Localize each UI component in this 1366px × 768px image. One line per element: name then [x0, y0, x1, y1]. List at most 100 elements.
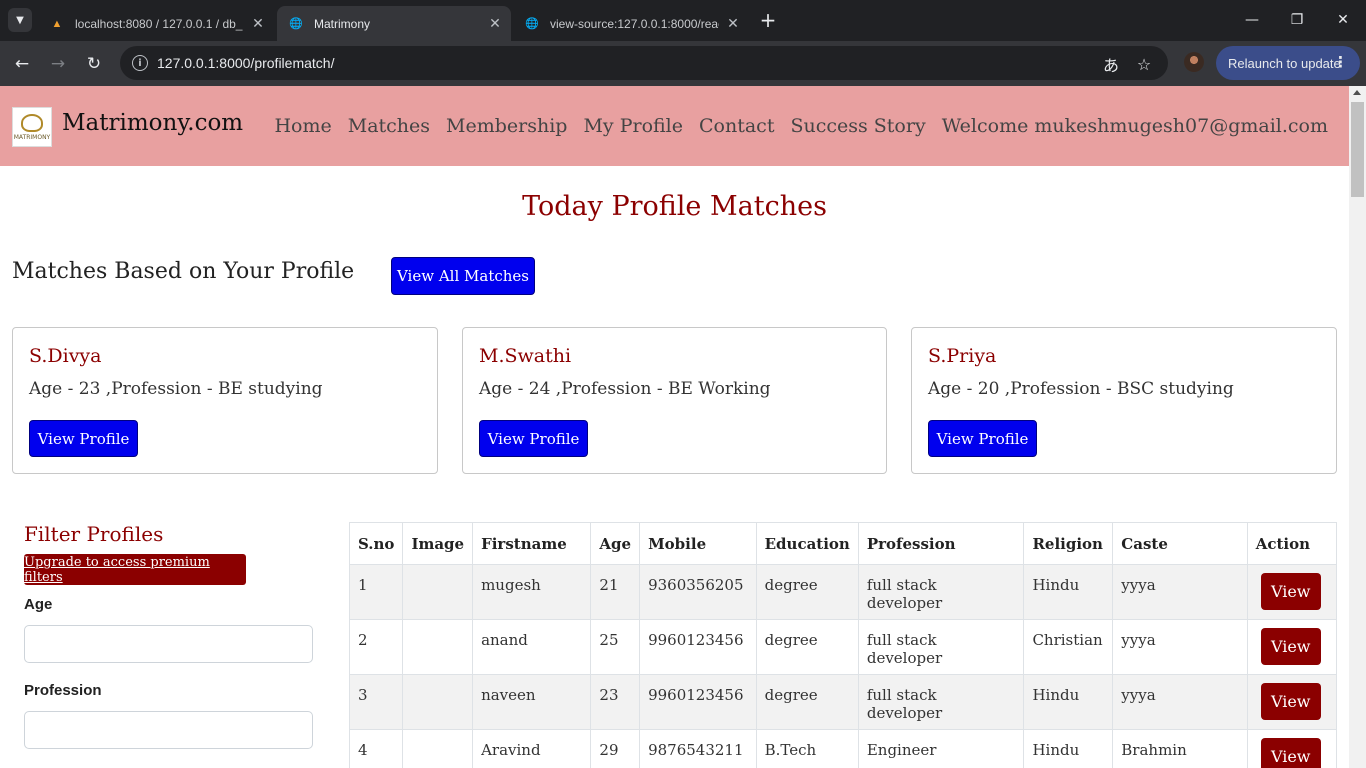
- cell-caste: yyya: [1112, 674, 1248, 730]
- cell-image: [402, 564, 474, 620]
- matches-table: S.no Image Firstname Age Mobile Educatio…: [348, 522, 1338, 768]
- more-menu-icon[interactable]: ⋮: [1333, 53, 1348, 71]
- cell-age: 21: [590, 564, 641, 620]
- tab-title: view-source:127.0.0.1:8000/reac: [550, 16, 719, 31]
- table-header-row: S.no Image Firstname Age Mobile Educatio…: [348, 522, 1338, 565]
- rings-icon: [20, 113, 43, 132]
- site-info-icon[interactable]: i: [132, 55, 148, 71]
- browser-toolbar: ← → ↻ i 127.0.0.1:8000/profilematch/ あ ☆…: [0, 41, 1366, 86]
- cell-caste: yyya: [1112, 619, 1248, 675]
- table-row: 4 Aravind 29 9876543211 B.Tech Engineer …: [348, 729, 1338, 768]
- tab-matrimony[interactable]: 🌐 Matrimony ✕: [277, 6, 511, 41]
- bookmark-star-icon[interactable]: ☆: [1134, 54, 1154, 74]
- match-card: S.Divya Age - 23 ,Profession - BE studyi…: [12, 327, 438, 474]
- table-row: 2 anand 25 9960123456 degree full stack …: [348, 619, 1338, 675]
- match-name: M.Swathi: [479, 345, 572, 367]
- new-tab-button[interactable]: +: [757, 8, 779, 32]
- nav-home[interactable]: Home: [274, 115, 331, 137]
- nav-contact[interactable]: Contact: [699, 115, 774, 137]
- col-mobile: Mobile: [639, 522, 757, 565]
- cell-age: 25: [590, 619, 641, 675]
- col-education: Education: [755, 522, 859, 565]
- match-card: M.Swathi Age - 24 ,Profession - BE Worki…: [462, 327, 887, 474]
- url-host: 127.0.0.1: [157, 55, 216, 71]
- minimize-icon[interactable]: —: [1240, 8, 1264, 32]
- filter-title: Filter Profiles: [24, 522, 164, 546]
- view-profile-button[interactable]: View Profile: [928, 420, 1037, 457]
- cell-profession: full stack developer: [857, 564, 1025, 620]
- nav-matches[interactable]: Matches: [348, 115, 430, 137]
- relaunch-label: Relaunch to update: [1228, 55, 1341, 71]
- main-nav: Home Matches Membership My Profile Conta…: [274, 115, 1328, 137]
- tab-title: Matrimony: [314, 16, 371, 31]
- col-profession: Profession: [857, 522, 1025, 565]
- match-name: S.Priya: [928, 345, 997, 367]
- cell-profession: full stack developer: [857, 674, 1025, 730]
- view-button[interactable]: View: [1260, 683, 1321, 720]
- nav-my-profile[interactable]: My Profile: [583, 115, 683, 137]
- relaunch-button[interactable]: Relaunch to update ⋮: [1216, 46, 1360, 80]
- back-arrow-icon[interactable]: ←: [9, 51, 35, 77]
- cell-image: [402, 729, 474, 768]
- tab-phpmyadmin[interactable]: ▲ localhost:8080 / 127.0.0.1 / db_ ✕: [38, 6, 274, 41]
- view-profile-button[interactable]: View Profile: [29, 420, 138, 457]
- view-all-matches-button[interactable]: View All Matches: [391, 257, 535, 295]
- tab-search-button[interactable]: ▼: [8, 8, 32, 32]
- brand-name[interactable]: Matrimony.com: [62, 110, 243, 136]
- view-button[interactable]: View: [1260, 628, 1321, 665]
- cell-image: [402, 619, 474, 675]
- cell-sno: 1: [348, 564, 404, 620]
- cell-religion: Christian: [1023, 619, 1114, 675]
- translate-icon[interactable]: あ: [1101, 54, 1121, 75]
- page-scrollbar[interactable]: [1349, 86, 1366, 768]
- cell-age: 23: [590, 674, 641, 730]
- cell-profession: full stack developer: [857, 619, 1025, 675]
- tab-title: localhost:8080 / 127.0.0.1 / db_: [75, 16, 243, 31]
- col-action: Action: [1246, 522, 1338, 565]
- window-close-icon[interactable]: ✕: [1331, 8, 1355, 32]
- cell-sno: 4: [348, 729, 404, 768]
- tab-view-source[interactable]: 🌐 view-source:127.0.0.1:8000/reac ✕: [513, 6, 749, 41]
- cell-profession: Engineer: [857, 729, 1025, 768]
- page-title: Today Profile Matches: [522, 191, 827, 222]
- close-icon[interactable]: ✕: [250, 16, 266, 32]
- cell-mobile: 9360356205: [639, 564, 757, 620]
- close-icon[interactable]: ✕: [725, 16, 741, 32]
- view-button[interactable]: View: [1260, 738, 1321, 768]
- nav-welcome-user[interactable]: Welcome mukeshmugesh07@gmail.com: [942, 115, 1328, 137]
- url-text[interactable]: 127.0.0.1:8000/profilematch/: [157, 55, 334, 71]
- col-firstname: Firstname: [472, 522, 592, 565]
- cell-religion: Hindu: [1023, 729, 1114, 768]
- nav-success-story[interactable]: Success Story: [790, 115, 925, 137]
- cell-sno: 3: [348, 674, 404, 730]
- match-info: Age - 20 ,Profession - BSC studying: [928, 379, 1234, 399]
- address-bar[interactable]: i 127.0.0.1:8000/profilematch/ あ ☆: [120, 46, 1168, 80]
- forward-arrow-icon[interactable]: →: [45, 51, 71, 77]
- reload-icon[interactable]: ↻: [81, 51, 107, 77]
- view-button[interactable]: View: [1260, 573, 1321, 610]
- cell-action: View: [1246, 729, 1338, 768]
- view-profile-button[interactable]: View Profile: [479, 420, 588, 457]
- col-caste: Caste: [1112, 522, 1248, 565]
- restore-icon[interactable]: ❐: [1285, 8, 1309, 32]
- upgrade-premium-link[interactable]: Upgrade to access premium filters: [24, 554, 246, 585]
- site-header: MATRIMONY Matrimony.com Home Matches Mem…: [0, 86, 1349, 166]
- scrollbar-thumb[interactable]: [1351, 102, 1364, 197]
- logo-text: MATRIMONY: [13, 133, 51, 141]
- age-label: Age: [24, 596, 53, 613]
- table-row: 3 naveen 23 9960123456 degree full stack…: [348, 674, 1338, 730]
- site-logo[interactable]: MATRIMONY: [12, 107, 52, 147]
- cell-action: View: [1246, 619, 1338, 675]
- close-icon[interactable]: ✕: [487, 16, 503, 32]
- col-sno: S.no: [348, 522, 404, 565]
- cell-religion: Hindu: [1023, 674, 1114, 730]
- cell-firstname: anand: [472, 619, 592, 675]
- col-image: Image: [402, 522, 474, 565]
- profession-input[interactable]: [24, 711, 313, 749]
- age-input[interactable]: [24, 625, 313, 663]
- profile-avatar[interactable]: [1184, 52, 1204, 72]
- cell-firstname: naveen: [472, 674, 592, 730]
- scroll-up-arrow-icon[interactable]: [1353, 90, 1361, 95]
- cell-education: degree: [755, 564, 859, 620]
- nav-membership[interactable]: Membership: [446, 115, 567, 137]
